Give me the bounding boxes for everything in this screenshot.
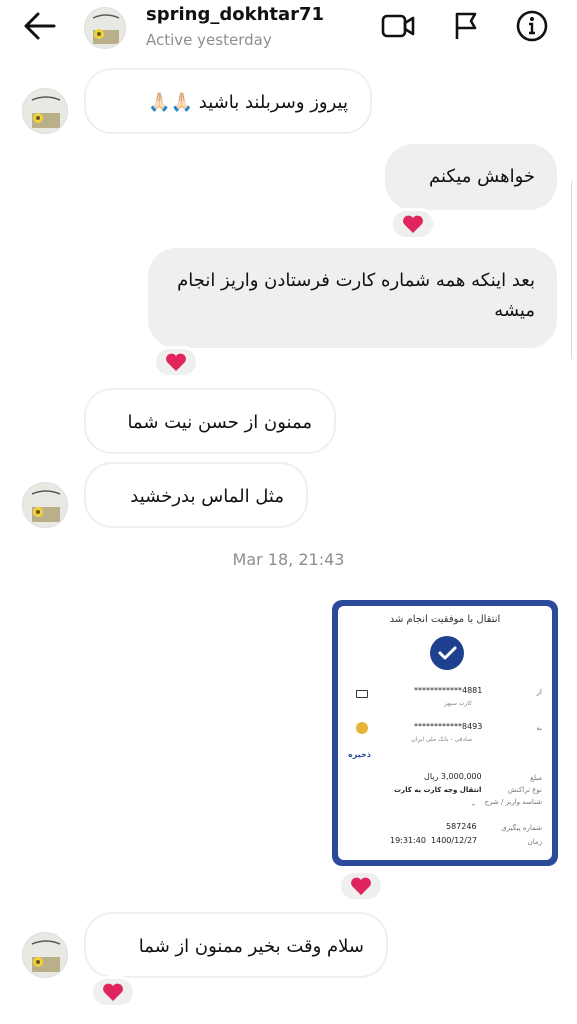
receipt-to-bank: صادقی - بانک ملی ایران bbox=[411, 736, 472, 743]
heart-icon bbox=[351, 877, 371, 895]
back-button[interactable] bbox=[20, 8, 60, 44]
info-icon bbox=[516, 10, 548, 42]
receipt-title: انتقال با موفقیت انجام شد bbox=[389, 614, 501, 625]
message-incoming[interactable]: ممنون از حسن نیت شما bbox=[84, 388, 336, 454]
receipt-amount: 3,000,000 ریال bbox=[424, 772, 482, 781]
reaction-heart[interactable] bbox=[390, 208, 436, 240]
heart-icon bbox=[166, 353, 186, 371]
chat-timestamp: Mar 18, 21:43 bbox=[232, 550, 345, 569]
header-status: Active yesterday bbox=[146, 31, 272, 49]
receipt-to-label: به bbox=[536, 724, 542, 732]
info-button[interactable] bbox=[512, 8, 552, 44]
chat-header: spring_dokhtar71 Active yesterday bbox=[0, 0, 577, 58]
receipt-amount-label: مبلغ bbox=[530, 774, 542, 782]
receipt-id: - bbox=[472, 800, 475, 809]
receipt-id-label: شناسه واریز / شرح bbox=[484, 798, 542, 806]
receipt-time-label: زمان bbox=[527, 838, 542, 846]
receipt-from-card: ************4881 bbox=[414, 686, 483, 695]
sender-avatar[interactable] bbox=[22, 482, 68, 528]
message-outgoing[interactable]: بعد اینکه همه شماره کارت فرستادن واریز ا… bbox=[148, 248, 557, 348]
message-outgoing[interactable]: خواهش میکنم bbox=[385, 144, 557, 210]
scrollbar[interactable] bbox=[571, 180, 577, 360]
video-camera-icon bbox=[381, 14, 415, 38]
report-button[interactable] bbox=[446, 8, 486, 44]
receipt-image-message[interactable]: انتقال با موفقیت انجام شد از ***********… bbox=[332, 600, 558, 866]
flag-icon bbox=[455, 12, 477, 39]
receipt-type: انتقال وجه کارت به کارت bbox=[394, 786, 482, 794]
reaction-heart[interactable] bbox=[338, 870, 384, 902]
header-avatar[interactable] bbox=[84, 7, 126, 49]
heart-icon bbox=[403, 215, 423, 233]
header-username[interactable]: spring_dokhtar71 bbox=[146, 4, 324, 25]
receipt-tracking: 587246 bbox=[446, 822, 477, 831]
video-call-button[interactable] bbox=[378, 8, 418, 44]
sender-avatar[interactable] bbox=[22, 88, 68, 134]
bank-logo-icon bbox=[356, 722, 368, 734]
receipt-to-card: ************8493 bbox=[414, 722, 483, 731]
arrow-left-icon bbox=[24, 12, 56, 40]
check-icon bbox=[430, 636, 464, 670]
receipt-from-bank: کارت سپهر bbox=[443, 700, 472, 707]
reaction-heart[interactable] bbox=[153, 346, 199, 378]
message-incoming[interactable]: مثل الماس بدرخشید bbox=[84, 462, 308, 528]
save-label[interactable]: ذخیره bbox=[348, 750, 371, 759]
message-incoming[interactable]: سلام وقت بخیر ممنون از شما bbox=[84, 912, 388, 978]
sender-avatar[interactable] bbox=[22, 932, 68, 978]
heart-icon bbox=[103, 983, 123, 1001]
card-icon bbox=[356, 690, 368, 698]
receipt-card: انتقال با موفقیت انجام شد از ***********… bbox=[338, 606, 552, 860]
receipt-type-label: نوع تراکنش bbox=[507, 786, 542, 794]
reaction-heart[interactable] bbox=[90, 976, 136, 1008]
receipt-time: 19:31:40 1400/12/27 bbox=[390, 836, 478, 845]
receipt-from-label: از bbox=[536, 688, 542, 696]
receipt-tracking-label: شماره پیگیری bbox=[501, 824, 542, 832]
message-incoming[interactable]: پیروز وسربلند باشید 🙏🏻🙏🏻 bbox=[84, 68, 372, 134]
